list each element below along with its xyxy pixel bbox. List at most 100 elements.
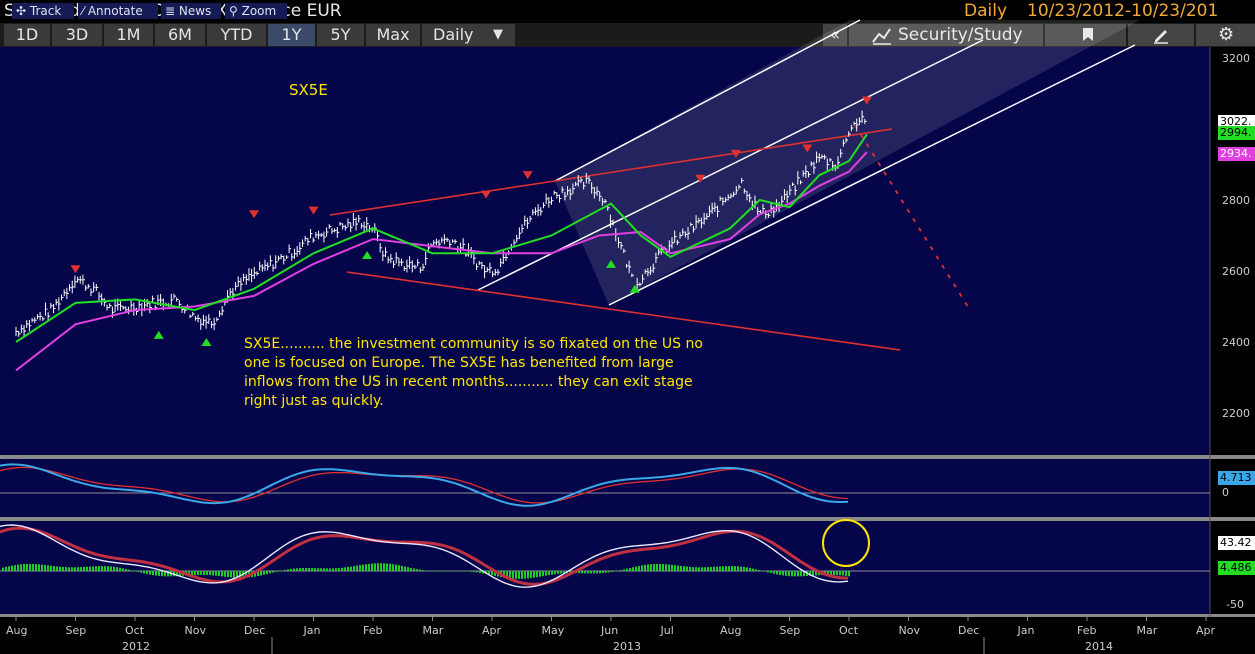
histogram-bar <box>341 567 343 571</box>
histogram-bar <box>122 568 124 571</box>
histogram-bar <box>581 571 583 574</box>
histogram-bar <box>728 566 730 571</box>
x-tick-label: Mar <box>422 624 444 637</box>
histogram-bar <box>77 567 79 571</box>
histogram-bar <box>674 565 676 571</box>
histogram-bar <box>389 563 391 571</box>
ma-slow-badge: 2934. <box>1218 147 1255 161</box>
histogram-bar <box>380 563 382 571</box>
histogram-bar <box>449 571 451 572</box>
histogram-bar <box>410 567 412 571</box>
buy-signal-marker <box>153 330 164 339</box>
x-tick-label: Feb <box>363 624 383 637</box>
buy-signal-marker <box>201 338 212 346</box>
histogram-bar <box>668 564 670 571</box>
histogram-bar <box>212 571 214 576</box>
histogram-bar <box>371 563 373 571</box>
osc-value-badge: 43.42 <box>1218 536 1255 550</box>
histogram-bar <box>98 566 100 571</box>
histogram-bar <box>104 566 106 571</box>
x-tick-label: Aug <box>6 624 28 637</box>
histogram-bar <box>719 566 721 571</box>
histogram-bar <box>155 571 157 576</box>
histogram-bar <box>200 571 202 575</box>
histogram-bar <box>41 564 43 571</box>
histogram-bar <box>113 566 115 571</box>
histogram-bar <box>131 570 133 571</box>
histogram-bar <box>260 571 262 576</box>
histogram-bar <box>629 567 631 571</box>
histogram-bar <box>599 571 601 574</box>
histogram-bar <box>455 571 457 572</box>
histogram-bar <box>749 567 751 571</box>
histogram-bar <box>755 569 757 571</box>
histogram-bar <box>95 566 97 571</box>
histogram-bar <box>644 564 646 571</box>
histogram-bar <box>467 571 469 572</box>
histogram-bar <box>422 570 424 571</box>
histogram-bar <box>47 565 49 571</box>
histogram-bar <box>605 571 607 573</box>
histogram-bar <box>416 569 418 571</box>
panel-divider <box>0 517 1255 521</box>
histogram-bar <box>656 563 658 571</box>
histogram-bar <box>398 565 400 571</box>
histogram-bar <box>326 568 328 571</box>
histogram-bar <box>335 568 337 571</box>
histogram-bar <box>764 571 766 572</box>
x-tick-label: Oct <box>125 624 145 637</box>
histogram-bar <box>761 570 763 572</box>
histogram-bar <box>665 564 667 571</box>
histogram-bar <box>311 568 313 571</box>
histogram-bar <box>779 571 781 575</box>
histogram-bar <box>287 569 289 571</box>
histogram-bar <box>758 570 760 571</box>
histogram-bar <box>149 571 151 575</box>
histogram-bar <box>146 571 148 575</box>
histogram-bar <box>440 571 442 572</box>
price-chart <box>0 19 1255 654</box>
panel-divider <box>0 614 1255 617</box>
histogram-bar <box>680 565 682 571</box>
histogram-bar <box>347 566 349 571</box>
histogram-bar <box>731 566 733 571</box>
histogram-bar <box>425 570 427 572</box>
histogram-bar <box>272 571 274 573</box>
histogram-bar <box>377 563 379 571</box>
histogram-bar <box>638 565 640 571</box>
histogram-bar <box>476 571 478 573</box>
histogram-bar <box>227 571 229 578</box>
histogram-bar <box>404 566 406 571</box>
histogram-bar <box>362 564 364 571</box>
histogram-bar <box>140 571 142 573</box>
histogram-bar <box>608 571 610 573</box>
chart-annotation[interactable]: SX5E.......... the investment community … <box>244 335 714 411</box>
histogram-bar <box>263 571 265 575</box>
histogram-bar <box>542 571 544 577</box>
histogram-bar <box>527 571 529 579</box>
x-tick-label: Apr <box>1196 624 1216 637</box>
histogram-bar <box>521 571 523 579</box>
histogram-bar <box>659 563 661 571</box>
sell-signal-marker <box>481 190 492 199</box>
histogram-bar <box>518 571 520 579</box>
histogram-bar <box>5 566 7 571</box>
histogram-bar <box>401 565 403 571</box>
histogram-bar <box>536 571 538 578</box>
histogram-bar <box>773 571 775 574</box>
histogram-bar <box>743 566 745 571</box>
histogram-bar <box>350 566 352 571</box>
histogram-bar <box>395 564 397 571</box>
histogram-bar <box>134 571 136 572</box>
macd-zero-label: 0 <box>1222 486 1229 499</box>
histogram-bar <box>839 571 841 576</box>
histogram-bar <box>716 566 718 571</box>
histogram-bar <box>479 571 481 573</box>
histogram-bar <box>431 571 433 572</box>
symbol-label: SX5E <box>289 81 328 99</box>
histogram-bar <box>647 564 649 571</box>
histogram-bar <box>386 563 388 571</box>
histogram-bar <box>71 567 73 571</box>
histogram-bar <box>641 565 643 571</box>
histogram-bar <box>524 571 526 579</box>
